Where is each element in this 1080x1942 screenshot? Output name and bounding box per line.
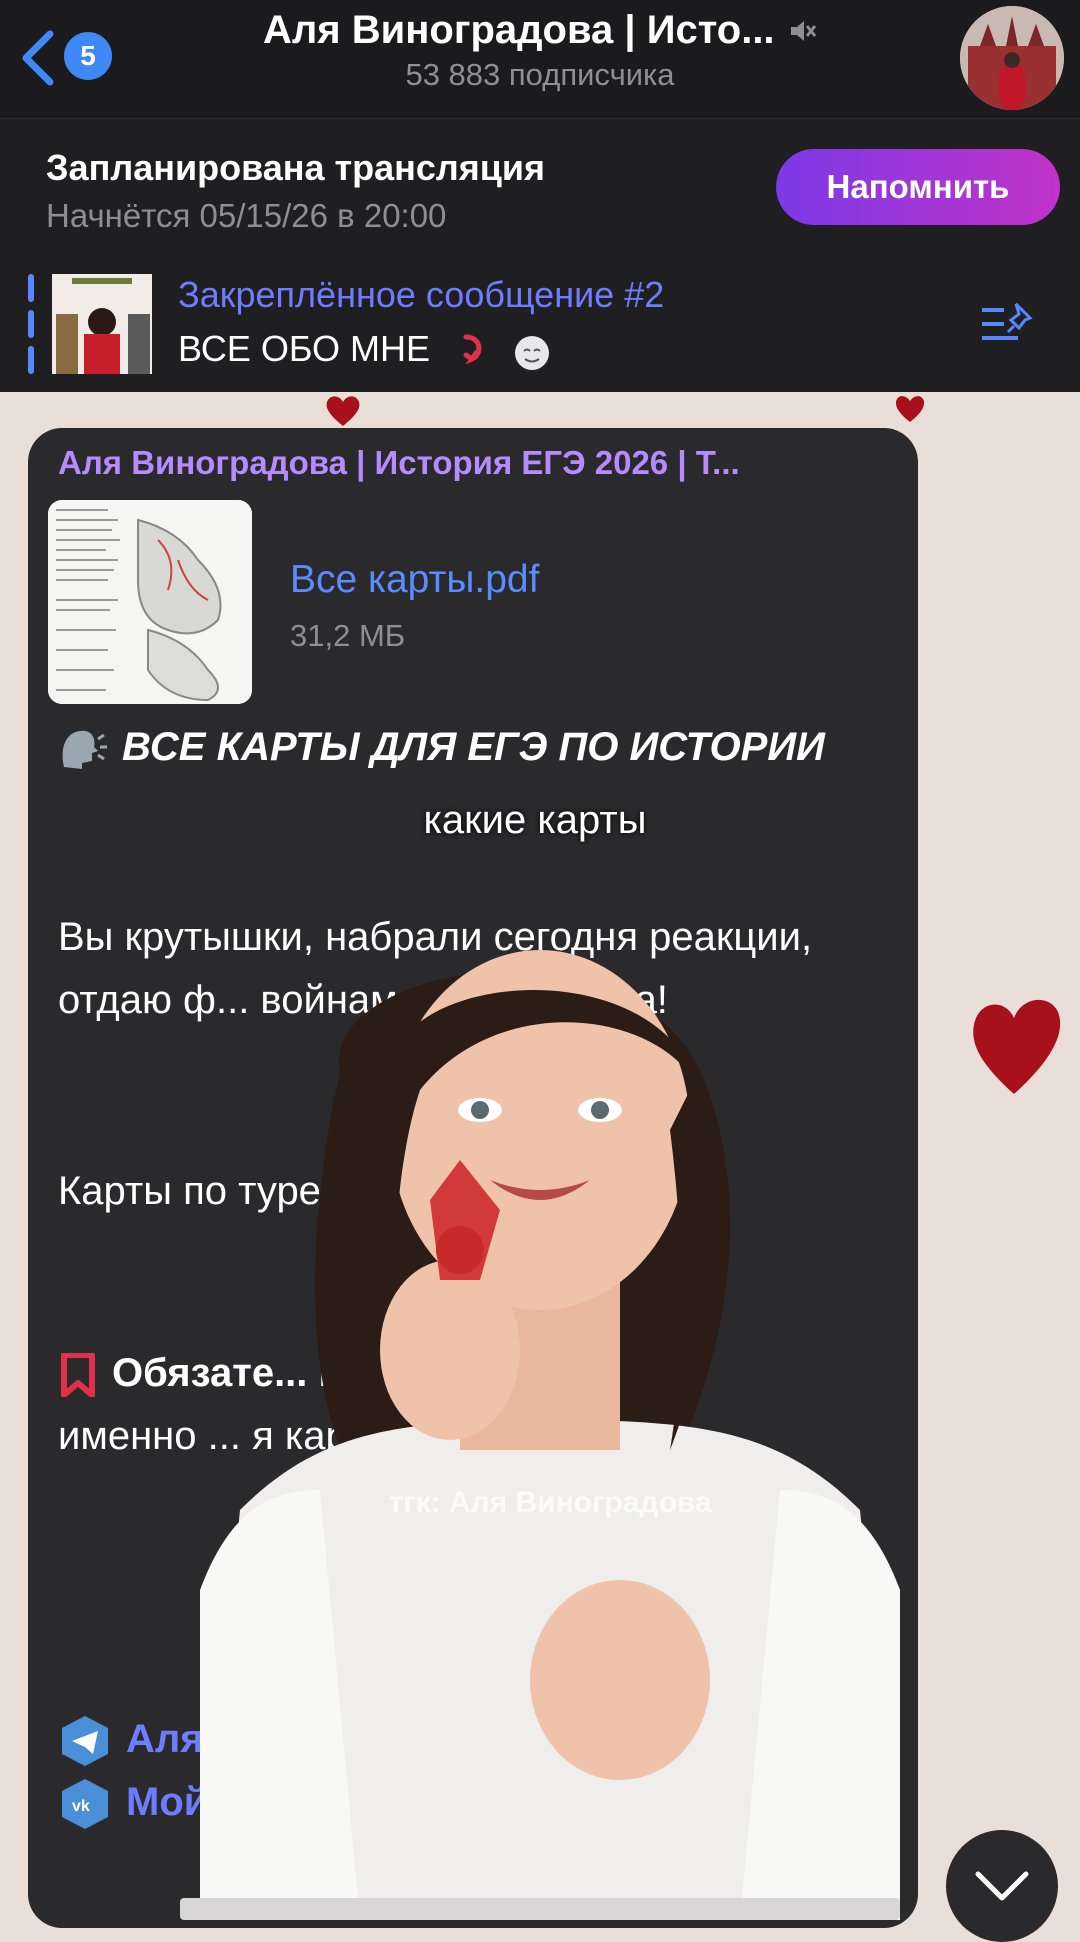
heart-decoration-icon (326, 396, 360, 426)
smiling-face-emoji-icon (515, 336, 550, 371)
vk-icon: vk (62, 1779, 108, 1830)
pinned-title: Закреплённое сообщение #2 (178, 274, 665, 315)
speaking-head-emoji-icon (62, 731, 107, 770)
stream-start-time: Начнётся 05/15/26 в 20:00 (46, 197, 447, 234)
telegram-icon (62, 1716, 108, 1767)
video-watermark: тгк: Аля Виноградова (388, 1486, 712, 1519)
chevron-left-icon (22, 30, 54, 86)
navbar: 5 Аля Виноградова | Исто... 53 883 подпи… (0, 0, 1080, 118)
heart-decoration-icon (895, 396, 925, 422)
pin-indicator (28, 274, 34, 374)
bookmark-emoji-icon (61, 1353, 95, 1398)
channel-avatar[interactable] (960, 6, 1064, 110)
channel-title: Аля Виноградова | Исто... (263, 8, 775, 52)
back-button[interactable]: 5 (18, 26, 128, 90)
pinned-message-bar[interactable]: Закреплённое сообщение #2 ВСЕ ОБО МНЕ (0, 256, 1080, 392)
avatar-image (960, 6, 1064, 110)
message-sender[interactable]: Аля Виноградова | История ЕГЭ 2026 | Т..… (58, 444, 888, 482)
video-overlay-person (200, 950, 900, 1920)
stream-title: Запланирована трансляция (46, 147, 546, 188)
scheduled-stream-banner: Запланирована трансляция Начнётся 05/15/… (0, 118, 1080, 258)
file-name[interactable]: Все карты.pdf (290, 558, 539, 602)
file-thumbnail[interactable] (48, 500, 252, 704)
subscriber-count: 53 883 подписчика (405, 57, 675, 92)
pinned-list-icon[interactable] (978, 300, 1036, 348)
scroll-down-button[interactable] (946, 1830, 1058, 1942)
svg-text:vk: vk (72, 1798, 90, 1815)
chevron-down-icon (975, 1871, 1029, 1901)
channel-header[interactable]: Аля Виноградова | Исто... 53 883 подписч… (150, 8, 930, 93)
bottom-input-bar (180, 1898, 900, 1920)
unread-badge: 5 (64, 32, 112, 80)
message-headline: ВСЕ КАРТЫ ДЛЯ ЕГЭ ПО ИСТОРИИ (58, 716, 888, 779)
remind-button[interactable]: Напомнить (776, 149, 1060, 225)
pinned-thumbnail (52, 274, 152, 374)
mute-icon (791, 20, 817, 41)
pinned-text: ВСЕ ОБО МНЕ (178, 328, 554, 373)
heart-decoration-icon (973, 999, 1061, 1094)
down-arrow-emoji-icon (463, 334, 482, 365)
video-caption: какие карты (423, 798, 647, 842)
file-size: 31,2 МБ (290, 618, 406, 653)
